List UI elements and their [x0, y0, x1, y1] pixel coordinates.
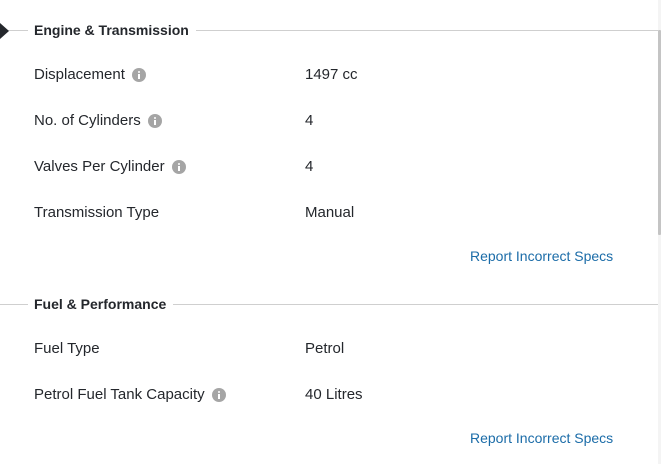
- section-marker-icon: [0, 23, 9, 39]
- spec-value: Manual: [305, 204, 355, 221]
- spec-row-cylinders: No. of Cylinders 4: [0, 111, 658, 131]
- spec-row-transmission: Transmission Type Manual: [0, 203, 658, 223]
- spec-row-fuel-tank: Petrol Fuel Tank Capacity 40 Litres: [0, 385, 658, 405]
- section-header: Fuel & Performance: [0, 294, 658, 314]
- info-icon[interactable]: [211, 388, 226, 402]
- spec-label: Valves Per Cylinder: [34, 157, 186, 177]
- spec-label-text: Fuel Type: [34, 340, 100, 357]
- spec-label-text: Transmission Type: [34, 204, 160, 221]
- spec-row-fuel-type: Fuel Type Petrol: [0, 339, 658, 359]
- spec-value: Petrol: [305, 340, 345, 357]
- info-icon[interactable]: [147, 114, 162, 128]
- info-icon[interactable]: [171, 160, 186, 174]
- spec-label-text: Petrol Fuel Tank Capacity: [34, 386, 205, 403]
- spec-value: 4: [305, 158, 314, 175]
- spec-label: Transmission Type: [34, 203, 159, 223]
- section-engine-transmission: Engine & Transmission: [0, 20, 658, 40]
- specs-page: Engine & Transmission Displacement 1497 …: [0, 0, 661, 464]
- spec-label: Displacement: [34, 65, 146, 85]
- section-fuel-performance: Fuel & Performance: [0, 294, 658, 314]
- section-header: Engine & Transmission: [0, 20, 658, 40]
- spec-label-text: Displacement: [34, 66, 125, 83]
- spec-label-text: No. of Cylinders: [34, 112, 141, 129]
- spec-row-valves: Valves Per Cylinder 4: [0, 157, 658, 177]
- section-title: Fuel & Performance: [28, 295, 174, 313]
- spec-label: Petrol Fuel Tank Capacity: [34, 385, 226, 405]
- spec-value: 1497 cc: [305, 66, 358, 83]
- report-incorrect-specs-link[interactable]: Report Incorrect Specs: [470, 247, 613, 265]
- spec-row-displacement: Displacement 1497 cc: [0, 65, 658, 85]
- spec-label-text: Valves Per Cylinder: [34, 158, 165, 175]
- report-incorrect-specs-link[interactable]: Report Incorrect Specs: [470, 429, 613, 447]
- spec-label: Fuel Type: [34, 339, 100, 359]
- spec-value: 40 Litres: [305, 386, 363, 403]
- spec-value: 4: [305, 112, 314, 129]
- section-title: Engine & Transmission: [28, 21, 196, 39]
- spec-label: No. of Cylinders: [34, 111, 162, 131]
- info-icon[interactable]: [131, 68, 146, 82]
